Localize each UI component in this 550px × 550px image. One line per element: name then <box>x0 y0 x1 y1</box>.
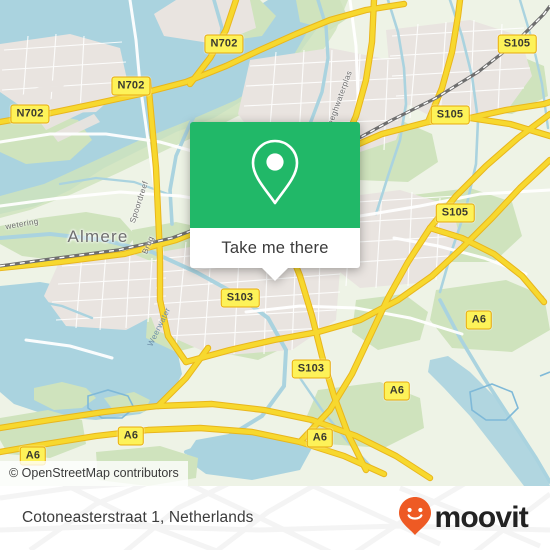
highway-shield-a6-a[interactable]: A6 <box>465 310 493 330</box>
highway-shield-s105-c[interactable]: S105 <box>435 203 475 223</box>
highway-shield-n702-b[interactable]: N702 <box>111 76 151 96</box>
moovit-wordmark: moovit <box>434 501 528 534</box>
highway-shield-s103-b[interactable]: S103 <box>291 359 331 379</box>
popup-tail <box>262 268 288 281</box>
highway-shield-a6-c[interactable]: A6 <box>306 428 334 448</box>
moovit-brand[interactable]: moovit <box>398 496 529 541</box>
highway-shield-a6-d[interactable]: A6 <box>117 426 145 446</box>
take-me-there-label: Take me there <box>221 238 329 257</box>
moovit-smiley-pin-icon <box>398 496 432 541</box>
map-pin-icon <box>247 137 303 214</box>
map-attribution[interactable]: © OpenStreetMap contributors <box>0 461 188 486</box>
location-address: Cotoneasterstraat 1, Netherlands <box>22 509 254 526</box>
highway-shield-n702-a[interactable]: N702 <box>204 34 244 54</box>
popup-footer[interactable]: Take me there <box>190 228 360 268</box>
map-popup-card[interactable]: Take me there <box>190 122 360 281</box>
highway-shield-s103-a[interactable]: S103 <box>220 288 260 308</box>
popup-header <box>190 122 360 228</box>
highway-shield-s105-b[interactable]: S105 <box>430 105 470 125</box>
highway-shield-s105-a[interactable]: S105 <box>497 34 537 54</box>
highway-shield-a6-b[interactable]: A6 <box>383 381 411 401</box>
footer-bar: Cotoneasterstraat 1, Netherlands moovit <box>0 486 550 550</box>
highway-shield-n702-c[interactable]: N702 <box>10 104 50 124</box>
map-label-almere: Almere <box>67 227 129 246</box>
moovit-map-screenshot: Almere wetering Spoordreef Brug Leeghwat… <box>0 0 550 550</box>
